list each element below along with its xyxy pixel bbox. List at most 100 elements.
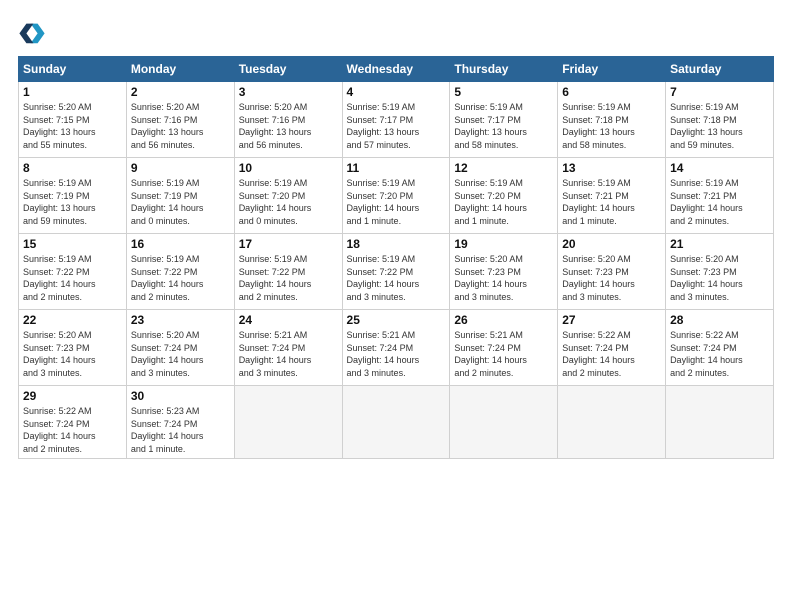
day-number: 11 xyxy=(347,161,446,175)
day-number: 22 xyxy=(23,313,122,327)
calendar-cell: 24 Sunrise: 5:21 AM Sunset: 7:24 PM Dayli… xyxy=(234,310,342,386)
day-number: 13 xyxy=(562,161,661,175)
calendar-cell: 3 Sunrise: 5:20 AM Sunset: 7:16 PM Daylig… xyxy=(234,82,342,158)
calendar-cell: 14Sunrise: 5:19 AM Sunset: 7:21 PM Dayli… xyxy=(666,158,774,234)
cell-info: Sunrise: 5:20 AM Sunset: 7:16 PM Dayligh… xyxy=(239,101,338,151)
col-header-thursday: Thursday xyxy=(450,57,558,82)
day-number: 18 xyxy=(347,237,446,251)
week-row-1: 1 Sunrise: 5:20 AM Sunset: 7:15 PM Daylig… xyxy=(19,82,774,158)
day-number: 24 xyxy=(239,313,338,327)
cell-info: Sunrise: 5:20 AM Sunset: 7:16 PM Dayligh… xyxy=(131,101,230,151)
calendar-cell: 15 Sunrise: 5:19 AM Sunset: 7:22 PM Dayli… xyxy=(19,234,127,310)
calendar-cell: 2 Sunrise: 5:20 AM Sunset: 7:16 PM Daylig… xyxy=(126,82,234,158)
day-number: 12 xyxy=(454,161,553,175)
cell-info: Sunrise: 5:21 AM Sunset: 7:24 PM Dayligh… xyxy=(454,329,553,379)
calendar-cell: 17Sunrise: 5:19 AM Sunset: 7:22 PM Dayli… xyxy=(234,234,342,310)
cell-info: Sunrise: 5:20 AM Sunset: 7:23 PM Dayligh… xyxy=(23,329,122,379)
day-number: 23 xyxy=(131,313,230,327)
day-number: 28 xyxy=(670,313,769,327)
cell-info: Sunrise: 5:19 AM Sunset: 7:18 PM Dayligh… xyxy=(562,101,661,151)
header xyxy=(18,18,774,46)
col-header-friday: Friday xyxy=(558,57,666,82)
day-number: 2 xyxy=(131,85,230,99)
calendar-cell xyxy=(450,386,558,459)
calendar-cell: 1 Sunrise: 5:20 AM Sunset: 7:15 PM Daylig… xyxy=(19,82,127,158)
week-row-5: 29 Sunrise: 5:22 AM Sunset: 7:24 PM Dayli… xyxy=(19,386,774,459)
calendar-cell: 27 Sunrise: 5:22 AM Sunset: 7:24 PM Dayli… xyxy=(558,310,666,386)
calendar-cell: 4 Sunrise: 5:19 AM Sunset: 7:17 PM Daylig… xyxy=(342,82,450,158)
calendar-cell: 7 Sunrise: 5:19 AM Sunset: 7:18 PM Daylig… xyxy=(666,82,774,158)
calendar-cell: 25Sunrise: 5:21 AM Sunset: 7:24 PM Dayli… xyxy=(342,310,450,386)
cell-info: Sunrise: 5:19 AM Sunset: 7:17 PM Dayligh… xyxy=(454,101,553,151)
calendar-cell xyxy=(342,386,450,459)
col-header-monday: Monday xyxy=(126,57,234,82)
day-number: 5 xyxy=(454,85,553,99)
day-number: 10 xyxy=(239,161,338,175)
calendar-cell xyxy=(234,386,342,459)
calendar-cell: 20Sunrise: 5:20 AM Sunset: 7:23 PM Dayli… xyxy=(558,234,666,310)
day-number: 26 xyxy=(454,313,553,327)
day-number: 4 xyxy=(347,85,446,99)
calendar-header-row: SundayMondayTuesdayWednesdayThursdayFrid… xyxy=(19,57,774,82)
day-number: 29 xyxy=(23,389,122,403)
calendar-cell: 6 Sunrise: 5:19 AM Sunset: 7:18 PM Daylig… xyxy=(558,82,666,158)
calendar-cell: 9 Sunrise: 5:19 AM Sunset: 7:19 PM Daylig… xyxy=(126,158,234,234)
calendar-cell: 10 Sunrise: 5:19 AM Sunset: 7:20 PM Dayli… xyxy=(234,158,342,234)
calendar-cell: 21Sunrise: 5:20 AM Sunset: 7:23 PM Dayli… xyxy=(666,234,774,310)
day-number: 15 xyxy=(23,237,122,251)
day-number: 17 xyxy=(239,237,338,251)
day-number: 1 xyxy=(23,85,122,99)
cell-info: Sunrise: 5:19 AM Sunset: 7:22 PM Dayligh… xyxy=(347,253,446,303)
calendar-cell: 29 Sunrise: 5:22 AM Sunset: 7:24 PM Dayli… xyxy=(19,386,127,459)
week-row-4: 22 Sunrise: 5:20 AM Sunset: 7:23 PM Dayli… xyxy=(19,310,774,386)
col-header-wednesday: Wednesday xyxy=(342,57,450,82)
calendar-cell: 28 Sunrise: 5:22 AM Sunset: 7:24 PM Dayli… xyxy=(666,310,774,386)
calendar-cell: 8 Sunrise: 5:19 AM Sunset: 7:19 PM Daylig… xyxy=(19,158,127,234)
week-row-3: 15 Sunrise: 5:19 AM Sunset: 7:22 PM Dayli… xyxy=(19,234,774,310)
calendar-cell: 22 Sunrise: 5:20 AM Sunset: 7:23 PM Dayli… xyxy=(19,310,127,386)
col-header-saturday: Saturday xyxy=(666,57,774,82)
cell-info: Sunrise: 5:19 AM Sunset: 7:20 PM Dayligh… xyxy=(347,177,446,227)
day-number: 21 xyxy=(670,237,769,251)
page: SundayMondayTuesdayWednesdayThursdayFrid… xyxy=(0,0,792,612)
cell-info: Sunrise: 5:19 AM Sunset: 7:19 PM Dayligh… xyxy=(131,177,230,227)
cell-info: Sunrise: 5:19 AM Sunset: 7:17 PM Dayligh… xyxy=(347,101,446,151)
cell-info: Sunrise: 5:20 AM Sunset: 7:24 PM Dayligh… xyxy=(131,329,230,379)
cell-info: Sunrise: 5:20 AM Sunset: 7:15 PM Dayligh… xyxy=(23,101,122,151)
week-row-2: 8 Sunrise: 5:19 AM Sunset: 7:19 PM Daylig… xyxy=(19,158,774,234)
cell-info: Sunrise: 5:22 AM Sunset: 7:24 PM Dayligh… xyxy=(23,405,122,455)
day-number: 9 xyxy=(131,161,230,175)
day-number: 6 xyxy=(562,85,661,99)
day-number: 3 xyxy=(239,85,338,99)
cell-info: Sunrise: 5:22 AM Sunset: 7:24 PM Dayligh… xyxy=(670,329,769,379)
logo xyxy=(18,18,50,46)
day-number: 30 xyxy=(131,389,230,403)
calendar-cell: 23 Sunrise: 5:20 AM Sunset: 7:24 PM Dayli… xyxy=(126,310,234,386)
cell-info: Sunrise: 5:22 AM Sunset: 7:24 PM Dayligh… xyxy=(562,329,661,379)
cell-info: Sunrise: 5:19 AM Sunset: 7:18 PM Dayligh… xyxy=(670,101,769,151)
cell-info: Sunrise: 5:21 AM Sunset: 7:24 PM Dayligh… xyxy=(347,329,446,379)
day-number: 7 xyxy=(670,85,769,99)
calendar-table: SundayMondayTuesdayWednesdayThursdayFrid… xyxy=(18,56,774,459)
day-number: 27 xyxy=(562,313,661,327)
cell-info: Sunrise: 5:19 AM Sunset: 7:20 PM Dayligh… xyxy=(239,177,338,227)
calendar-cell: 30Sunrise: 5:23 AM Sunset: 7:24 PM Dayli… xyxy=(126,386,234,459)
calendar-cell xyxy=(558,386,666,459)
cell-info: Sunrise: 5:20 AM Sunset: 7:23 PM Dayligh… xyxy=(562,253,661,303)
cell-info: Sunrise: 5:21 AM Sunset: 7:24 PM Dayligh… xyxy=(239,329,338,379)
calendar-cell: 13Sunrise: 5:19 AM Sunset: 7:21 PM Dayli… xyxy=(558,158,666,234)
calendar-cell: 11 Sunrise: 5:19 AM Sunset: 7:20 PM Dayli… xyxy=(342,158,450,234)
calendar-cell: 16Sunrise: 5:19 AM Sunset: 7:22 PM Dayli… xyxy=(126,234,234,310)
calendar-cell: 18 Sunrise: 5:19 AM Sunset: 7:22 PM Dayli… xyxy=(342,234,450,310)
cell-info: Sunrise: 5:20 AM Sunset: 7:23 PM Dayligh… xyxy=(454,253,553,303)
col-header-tuesday: Tuesday xyxy=(234,57,342,82)
logo-icon xyxy=(18,18,46,46)
day-number: 14 xyxy=(670,161,769,175)
cell-info: Sunrise: 5:19 AM Sunset: 7:22 PM Dayligh… xyxy=(23,253,122,303)
calendar-cell: 19Sunrise: 5:20 AM Sunset: 7:23 PM Dayli… xyxy=(450,234,558,310)
cell-info: Sunrise: 5:19 AM Sunset: 7:19 PM Dayligh… xyxy=(23,177,122,227)
calendar-cell: 5 Sunrise: 5:19 AM Sunset: 7:17 PM Daylig… xyxy=(450,82,558,158)
cell-info: Sunrise: 5:19 AM Sunset: 7:20 PM Dayligh… xyxy=(454,177,553,227)
calendar-cell: 12 Sunrise: 5:19 AM Sunset: 7:20 PM Dayli… xyxy=(450,158,558,234)
day-number: 8 xyxy=(23,161,122,175)
